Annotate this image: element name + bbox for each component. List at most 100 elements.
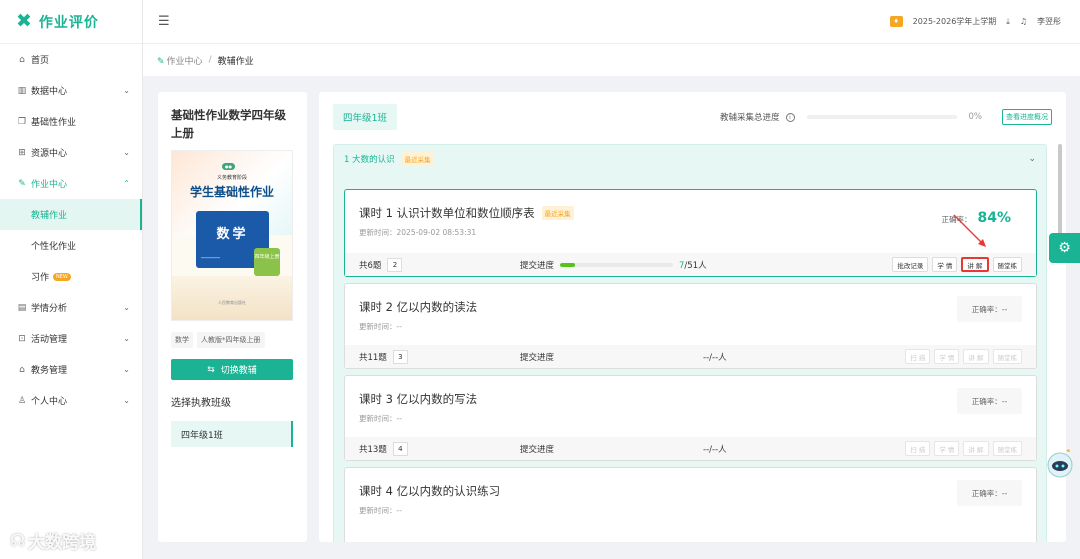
lesson-title: 课时 4 亿以内数的认识练习 <box>359 484 501 498</box>
breadcrumb-home[interactable]: ✎ 作业中心 <box>157 54 203 67</box>
sidebar-item-personal-center[interactable]: ♙ 个人中心 ⌄ <box>0 385 142 416</box>
in-class-practice-button[interactable]: 随堂练 <box>992 441 1022 456</box>
chevron-down-icon: ⌄ <box>123 86 130 95</box>
question-count-badge: 4 <box>392 441 408 456</box>
lesson-card[interactable]: 课时 4 亿以内数的认识练习 更新时间：-- 正确率：-- <box>344 467 1037 542</box>
tag-subject: 数学 <box>171 332 193 348</box>
lesson-card[interactable]: 课时 1 认识计数单位和数位顺序表 最近采集 更新时间：2025-09-02 0… <box>344 189 1037 277</box>
switch-icon: ⇆ <box>207 364 215 375</box>
explain-button[interactable]: 讲 解 <box>963 441 989 456</box>
scan-button[interactable]: 扫 描 <box>905 441 931 456</box>
sidebar-item-homework-center[interactable]: ✎ 作业中心 ⌃ <box>0 168 142 199</box>
lesson-footer: 共13题 4 提交进度 --/--人 扫 描 学 情 讲 解 随堂练 <box>345 437 1036 460</box>
sidebar: ✖ 作业评价 ⌂ 首页 ▥ 数据中心 ⌄ ❐ 基础性作业 ⊞ 资源中心 ⌄ ✎ … <box>0 0 143 559</box>
total-progress-label: 教辅采集总进度 <box>719 113 780 123</box>
building-icon: ⌂ <box>19 364 25 375</box>
scrollbar[interactable] <box>1058 144 1062 244</box>
cover-badge-icon: ●● <box>222 163 235 170</box>
submit-count: --/--人 <box>703 352 727 363</box>
user-name[interactable]: 李翌彤 <box>1037 16 1061 27</box>
explain-button[interactable]: 讲 解 <box>961 257 989 272</box>
home-icon: ⌂ <box>19 54 25 65</box>
chevron-down-icon: ⌄ <box>123 396 130 405</box>
book-cover: ●● 义务教育阶段 学生基础性作业 数学 ━━━━━━━━━ 四年级上册 人民教… <box>171 150 293 321</box>
sidebar-subitem-personalized-homework[interactable]: 个性化作业 <box>0 230 142 261</box>
logo-icon: ✖ <box>16 10 32 32</box>
main-panel: 四年级1班 教辅采集总进度 i 0% 查看进度概况 1 大数的认识 最近采集 ⌄… <box>319 92 1066 542</box>
download-icon[interactable]: ⤓ <box>1006 17 1010 27</box>
vip-icon[interactable]: ♦ <box>889 16 903 27</box>
red-arrow-annotation <box>953 214 986 247</box>
submit-count: --/--人 <box>703 444 727 455</box>
breadcrumb-separator: / <box>208 55 212 65</box>
new-badge: NEW <box>53 272 71 281</box>
class-heading: 选择执教班级 <box>171 398 231 409</box>
app-logo[interactable]: ✖ 作业评价 <box>0 0 142 44</box>
watermark-logo-icon: ☊ <box>10 530 26 551</box>
scan-button[interactable]: 扫 描 <box>905 349 931 364</box>
learning-status-button[interactable]: 学 情 <box>934 441 960 456</box>
unit-title: 1 大数的认识 <box>344 155 395 165</box>
sidebar-subitem-tutorial-homework[interactable]: 教辅作业 <box>0 199 142 230</box>
submit-progress-fill <box>560 262 576 267</box>
sidebar-item-activity-management[interactable]: ⊡ 活动管理 ⌄ <box>0 323 142 354</box>
analysis-icon: ▤ <box>17 302 27 313</box>
lesson-update-time: 更新时间：2025-09-02 08:53:31 <box>359 228 477 237</box>
edit-icon: ✎ <box>157 56 165 67</box>
panel-header: 四年级1班 教辅采集总进度 i 0% 查看进度概况 <box>333 104 1052 130</box>
sidebar-item-home[interactable]: ⌂ 首页 <box>0 44 142 75</box>
sidebar-subitem-composition[interactable]: 习作 NEW <box>0 261 142 292</box>
edit-icon: ✎ <box>18 178 26 189</box>
menu-collapse-icon[interactable]: ☰ <box>158 14 170 29</box>
copy-icon: ❐ <box>17 116 27 127</box>
chevron-down-icon: ⌄ <box>123 303 130 312</box>
sidebar-item-academic-affairs[interactable]: ⌂ 教务管理 ⌄ <box>0 354 142 385</box>
explain-button[interactable]: 讲 解 <box>963 349 989 364</box>
lesson-actions: 扫 描 学 情 讲 解 随堂练 <box>905 441 1022 456</box>
total-progress: 教辅采集总进度 i 0% 查看进度概况 <box>720 109 1052 125</box>
lesson-card[interactable]: 课时 3 亿以内数的写法 更新时间：-- 正确率：-- 共13题 4 提交进度 … <box>344 375 1037 461</box>
sidebar-item-data-center[interactable]: ▥ 数据中心 ⌄ <box>0 75 142 106</box>
book-title: 基础性作业数学四年级上册 <box>171 108 286 140</box>
question-count: 共13题 <box>359 444 387 455</box>
assistant-robot-icon[interactable] <box>1046 447 1074 479</box>
book-panel: 基础性作业数学四年级上册 ●● 义务教育阶段 学生基础性作业 数学 ━━━━━━… <box>158 92 307 542</box>
lesson-title: 课时 3 亿以内数的写法 <box>359 392 478 406</box>
cover-publisher: 人民教育出版社 <box>218 300 246 305</box>
lesson-card[interactable]: 课时 2 亿以内数的读法 更新时间：-- 正确率：-- 共11题 3 提交进度 … <box>344 283 1037 369</box>
in-class-practice-button[interactable]: 随堂练 <box>992 257 1022 272</box>
class-tab[interactable]: 四年级1班 <box>333 104 398 130</box>
tag-edition: 人教版*四年级上册 <box>197 332 265 348</box>
recent-tag: 最近采集 <box>541 206 574 220</box>
learning-status-button[interactable]: 学 情 <box>932 257 958 272</box>
recent-tag: 最近采集 <box>401 152 434 166</box>
question-count: 共11题 <box>359 352 387 363</box>
sidebar-item-learning-analysis[interactable]: ▤ 学情分析 ⌄ <box>0 292 142 323</box>
chevron-down-icon[interactable]: ⌄ <box>1028 154 1036 164</box>
in-class-practice-button[interactable]: 随堂练 <box>992 349 1022 364</box>
chevron-up-icon: ⌃ <box>123 179 130 188</box>
settings-float-button[interactable]: ⚙ <box>1049 233 1080 263</box>
gear-icon: ⚙ <box>1058 240 1071 256</box>
lesson-update-time: 更新时间：-- <box>359 414 402 423</box>
submit-progress-bar <box>560 262 673 267</box>
view-progress-button[interactable]: 查看进度概况 <box>1002 109 1052 125</box>
learning-status-button[interactable]: 学 情 <box>934 349 960 364</box>
info-icon[interactable]: i <box>785 112 795 122</box>
semester-selector[interactable]: 2025-2026学年上学期 <box>913 16 997 27</box>
submit-progress-label: 提交进度 <box>520 260 555 271</box>
bell-icon[interactable]: ♫ <box>1020 17 1027 26</box>
class-item-selected[interactable]: 四年级1班 <box>171 421 293 447</box>
unit-header[interactable]: 1 大数的认识 最近采集 ⌄ <box>334 145 1046 173</box>
book-tags: 数学 人教版*四年级上册 <box>171 332 294 348</box>
switch-book-button[interactable]: ⇆ 切换教辅 <box>171 359 293 380</box>
grading-record-button[interactable]: 批改记录 <box>892 257 929 272</box>
gift-icon: ⊡ <box>18 333 26 344</box>
sidebar-item-basic-homework[interactable]: ❐ 基础性作业 <box>0 106 142 137</box>
grid-icon: ⊞ <box>18 147 26 158</box>
question-count-badge: 2 <box>387 257 403 272</box>
breadcrumb-current: 教辅作业 <box>217 56 254 67</box>
sidebar-item-resource-center[interactable]: ⊞ 资源中心 ⌄ <box>0 137 142 168</box>
top-bar: ☰ ♦ 2025-2026学年上学期 ⤓ ♫ 李翌彤 <box>143 0 1080 44</box>
lesson-title: 课时 2 亿以内数的读法 <box>359 300 478 314</box>
